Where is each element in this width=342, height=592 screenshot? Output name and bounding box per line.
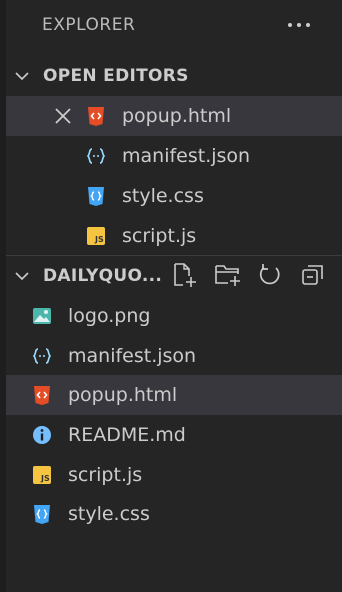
explorer-panel: EXPLORER OPEN EDITORS popup.html manifes… xyxy=(0,0,342,592)
json-file-icon xyxy=(32,348,52,364)
collapse-all-icon[interactable] xyxy=(300,262,328,288)
image-file-icon xyxy=(33,308,51,324)
refresh-icon[interactable] xyxy=(256,262,284,288)
open-editor-item-popup-html[interactable]: popup.html xyxy=(6,96,342,136)
html-file-icon xyxy=(34,386,50,405)
open-editors-header[interactable]: OPEN EDITORS xyxy=(0,58,342,94)
svg-text:JS: JS xyxy=(94,235,104,244)
file-name: popup.html xyxy=(68,384,178,406)
file-name: manifest.json xyxy=(68,345,197,367)
html-file-icon xyxy=(88,107,104,126)
file-item-style-css[interactable]: style.css xyxy=(6,494,342,534)
open-editor-item-manifest-json[interactable]: manifest.json xyxy=(6,136,342,176)
js-file-icon: JS xyxy=(33,466,51,484)
file-item-readme-md[interactable]: README.md xyxy=(6,415,342,455)
file-name: README.md xyxy=(68,424,186,446)
file-name: logo.png xyxy=(68,305,151,327)
file-item-popup-html[interactable]: popup.html xyxy=(6,375,342,415)
ellipsis-dot xyxy=(297,23,301,27)
open-editor-item-style-css[interactable]: style.css xyxy=(6,176,342,216)
section-divider xyxy=(6,255,342,256)
chevron-down-icon xyxy=(15,72,29,81)
file-item-manifest-json[interactable]: manifest.json xyxy=(6,336,342,376)
open-editor-item-script-js[interactable]: JS script.js xyxy=(6,216,342,256)
js-file-icon: JS xyxy=(87,227,105,245)
file-name: style.css xyxy=(68,503,150,525)
explorer-title: EXPLORER xyxy=(42,15,136,35)
svg-text:JS: JS xyxy=(40,474,50,483)
file-name: script.js xyxy=(122,225,197,247)
file-name: popup.html xyxy=(122,105,232,127)
close-icon[interactable] xyxy=(53,106,73,126)
file-name: manifest.json xyxy=(122,145,251,167)
explorer-header: EXPLORER xyxy=(0,0,342,50)
file-name: script.js xyxy=(68,464,143,486)
file-name: style.css xyxy=(122,185,204,207)
more-actions-button[interactable] xyxy=(284,12,314,38)
json-file-icon xyxy=(86,148,106,164)
ellipsis-icon xyxy=(288,23,292,27)
info-file-icon xyxy=(33,426,51,444)
chevron-down-icon xyxy=(15,272,29,281)
css-file-icon xyxy=(34,505,50,524)
file-item-logo-png[interactable]: logo.png xyxy=(6,296,342,336)
file-item-script-js[interactable]: JS script.js xyxy=(6,455,342,495)
open-editors-label: OPEN EDITORS xyxy=(43,66,189,86)
css-file-icon xyxy=(88,187,104,206)
workspace-folder-label: DAILYQUO... xyxy=(43,266,163,286)
ellipsis-dot xyxy=(306,23,310,27)
new-file-icon[interactable] xyxy=(170,262,198,288)
new-folder-icon[interactable] xyxy=(214,262,242,288)
